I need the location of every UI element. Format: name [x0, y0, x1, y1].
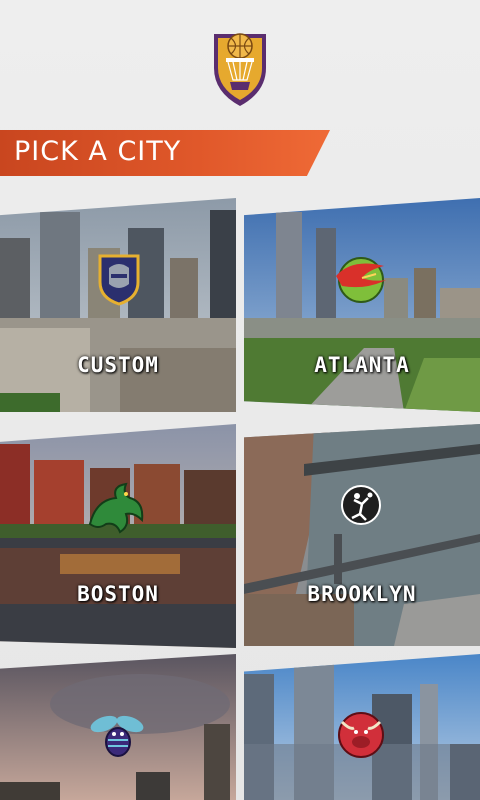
city-tile-bulls[interactable] [244, 654, 480, 800]
page-title: PICK A CITY [14, 136, 182, 167]
city-tile-custom[interactable]: CUSTOM [0, 198, 236, 412]
player-silhouette-icon [340, 484, 382, 530]
app-logo-icon [206, 24, 274, 108]
pick-city-banner: PICK A CITY [0, 130, 330, 176]
city-tile-brooklyn[interactable]: BROOKLYN [244, 424, 480, 646]
bull-icon [336, 710, 386, 764]
hawk-icon [332, 256, 390, 308]
city-tile-boston[interactable]: BOSTON [0, 424, 236, 648]
city-label-brooklyn: BROOKLYN [307, 582, 417, 606]
knight-helmet-icon [96, 252, 142, 310]
city-tile-atlanta[interactable]: ATLANTA [244, 198, 480, 412]
city-tile-hornets[interactable] [0, 654, 236, 800]
city-label-boston: BOSTON [77, 582, 159, 606]
dragon-icon [86, 480, 148, 540]
city-label-atlanta: ATLANTA [314, 353, 410, 377]
hornet-icon [88, 710, 146, 764]
city-label-custom: CUSTOM [77, 353, 159, 377]
